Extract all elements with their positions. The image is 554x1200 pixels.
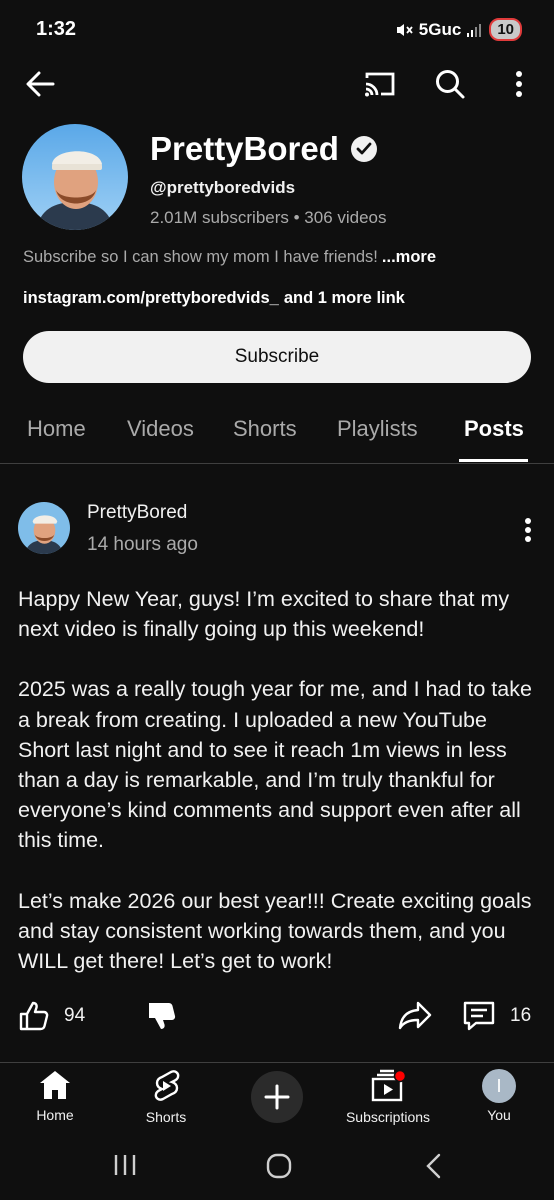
tab-posts[interactable]: Posts <box>464 416 524 442</box>
tab-playlists[interactable]: Playlists <box>337 416 418 442</box>
tab-home[interactable]: Home <box>27 416 86 442</box>
back-chevron-icon <box>426 1153 441 1179</box>
comment-icon <box>463 1001 495 1031</box>
post-timestamp: 14 hours ago <box>87 534 198 555</box>
description-more-link[interactable]: ...more <box>382 248 436 266</box>
more-vert-icon <box>516 71 522 97</box>
tab-videos[interactable]: Videos <box>127 416 194 442</box>
subscribe-button[interactable]: Subscribe <box>23 331 531 383</box>
post-paragraph: Happy New Year, guys! I’m excited to sha… <box>18 587 510 642</box>
home-system-button[interactable] <box>266 1153 292 1184</box>
network-label: 5Guc <box>418 19 462 39</box>
channel-links[interactable]: instagram.com/prettyboredvids_ and 1 more… <box>23 289 405 308</box>
nav-home-label: Home <box>36 1107 74 1123</box>
system-navigation <box>0 1133 554 1200</box>
verified-badge-icon <box>350 136 377 162</box>
shorts-icon <box>154 1070 180 1101</box>
channel-description[interactable]: Subscribe so I can show my mom I have fr… <box>23 248 436 267</box>
more-vert-icon <box>525 518 531 542</box>
thumbs-up-icon <box>19 1001 49 1031</box>
cast-button[interactable] <box>360 66 400 102</box>
dislike-button[interactable] <box>146 1000 178 1032</box>
battery-level: 10 <box>489 18 522 41</box>
more-links-text[interactable]: and 1 more link <box>284 289 405 307</box>
status-indicators: 5Guc 10 <box>395 18 522 41</box>
tab-shorts[interactable]: Shorts <box>233 416 297 442</box>
avatar-image <box>18 502 70 554</box>
post-author-avatar[interactable] <box>18 502 70 554</box>
channel-name-text: PrettyBored <box>150 130 339 167</box>
home-circle-icon <box>266 1153 292 1179</box>
cast-icon <box>365 72 395 97</box>
nav-shorts[interactable]: Shorts <box>140 1069 192 1125</box>
subscriptions-icon <box>371 1069 407 1102</box>
description-text: Subscribe so I can show my mom I have fr… <box>23 248 378 266</box>
plus-icon <box>264 1084 290 1110</box>
channel-tabs: Home Videos Shorts Playlists Posts <box>0 400 554 464</box>
post-paragraph: 2025 was a really tough year for me, and… <box>18 677 532 853</box>
external-link[interactable]: instagram.com/prettyboredvids_ <box>23 289 279 307</box>
recent-apps-icon <box>114 1155 136 1175</box>
active-tab-indicator <box>459 459 528 462</box>
back-system-button[interactable] <box>424 1153 444 1184</box>
nav-home[interactable]: Home <box>33 1069 77 1123</box>
top-app-bar <box>0 60 554 106</box>
search-button[interactable] <box>430 64 470 104</box>
like-count: 94 <box>64 1005 86 1026</box>
comment-count: 16 <box>510 1005 532 1026</box>
nav-you[interactable]: I You <box>478 1069 520 1123</box>
post-paragraph: Let’s make 2026 our best year!!! Create … <box>18 888 532 974</box>
comments-button[interactable]: 16 <box>462 1000 531 1032</box>
status-bar: 1:32 5Guc 10 <box>0 0 554 60</box>
channel-avatar[interactable] <box>22 124 128 230</box>
nav-shorts-label: Shorts <box>145 1109 187 1125</box>
channel-header: PrettyBored @prettyboredvids 2.01M subsc… <box>22 124 532 232</box>
channel-handle: @prettyboredvids <box>150 178 296 197</box>
back-arrow-icon <box>26 71 55 97</box>
create-button[interactable] <box>251 1071 303 1123</box>
signal-icon <box>467 23 482 37</box>
thumbs-down-icon <box>149 1003 176 1029</box>
post-body: Happy New Year, guys! I’m excited to sha… <box>18 584 538 1006</box>
recent-apps-button[interactable] <box>113 1153 137 1182</box>
nav-subscriptions[interactable]: Subscriptions <box>340 1069 436 1125</box>
channel-stats: 2.01M subscribers • 306 videos <box>150 208 387 227</box>
more-options-button[interactable] <box>506 66 532 102</box>
channel-title: PrettyBored <box>150 130 377 168</box>
like-button[interactable]: 94 <box>18 1000 85 1032</box>
share-button[interactable] <box>398 1000 432 1030</box>
you-avatar: I <box>482 1069 516 1103</box>
share-icon <box>398 1001 432 1030</box>
post-menu-button[interactable] <box>518 516 538 544</box>
post-author-name[interactable]: PrettyBored <box>87 502 187 524</box>
nav-you-label: You <box>487 1107 511 1123</box>
search-icon <box>436 70 465 99</box>
home-icon <box>40 1071 70 1099</box>
nav-subscriptions-label: Subscriptions <box>345 1109 431 1125</box>
mute-icon <box>396 23 413 36</box>
bottom-navigation: Home Shorts Subscriptions I You <box>0 1063 554 1133</box>
post-actions: 94 16 <box>0 1000 554 1040</box>
avatar-image <box>22 124 128 230</box>
status-time: 1:32 <box>36 18 77 40</box>
back-button[interactable] <box>22 66 58 102</box>
